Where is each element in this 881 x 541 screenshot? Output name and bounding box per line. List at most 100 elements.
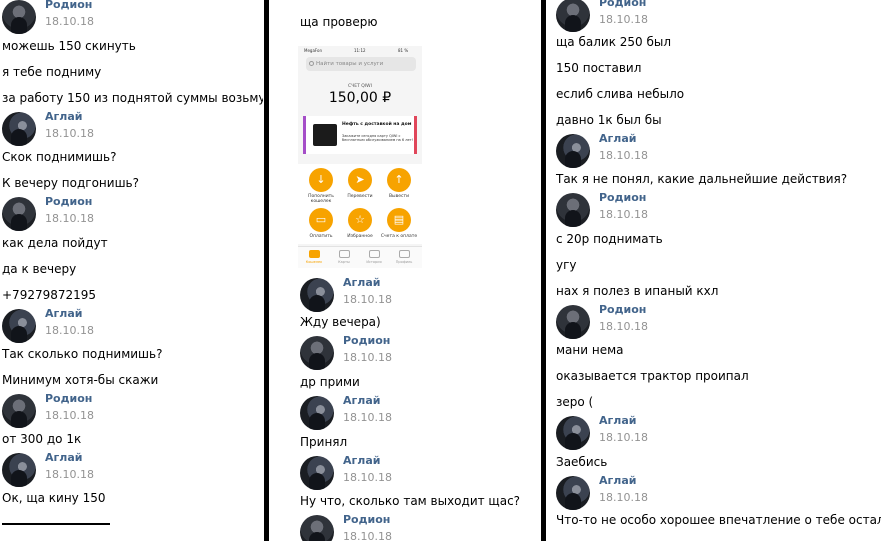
message-date: 18.10.18 [599,149,648,162]
message-text: Заебись [556,455,608,469]
wallet-icon: ▭ [309,208,333,232]
message-date: 18.10.18 [45,127,94,140]
message-text: Так я не понял, какие дальнейшие действи… [556,172,848,186]
phone-tab[interactable]: Карты [332,250,356,264]
phone-action-button[interactable]: ↓ Пополнить кошелек [302,168,340,204]
message-text: нах я полез в ипаный кхл [556,284,719,298]
author-name-link[interactable]: Аглай [599,474,636,487]
star-icon: ☆ [348,208,372,232]
author-name-link[interactable]: Аглай [599,132,636,145]
message-header: Родион 18.10.18 [300,513,500,541]
message-header: Аглай 18.10.18 [300,276,500,312]
message-date: 18.10.18 [599,320,648,333]
author-name-link[interactable]: Аглай [45,110,82,123]
avatar[interactable] [2,197,36,231]
avatar[interactable] [300,396,334,430]
message-header: Родион 18.10.18 [556,303,756,339]
phone-action-button[interactable]: ▭ Оплатить [302,208,340,239]
message-text: +79279872195 [2,288,97,302]
avatar[interactable] [2,309,36,343]
message-date: 18.10.18 [45,324,94,337]
phone-action-button[interactable]: ↑ Вывести [380,168,418,199]
author-name-link[interactable]: Родион [343,334,390,347]
author-name-link[interactable]: Аглай [45,451,82,464]
message-date: 18.10.18 [599,208,648,221]
avatar[interactable] [556,476,590,510]
balance-label: СЧЕТ QIWI [348,84,372,89]
message-text: можешь 150 скинуть [2,39,136,53]
phone-action-button[interactable]: ➤ Перевести [341,168,379,199]
tab-label: История [366,260,382,264]
phone-actions-grid: ↓ Пополнить кошелек ➤ Перевести ↑ Вывести ▭ Опл… [298,164,422,244]
message-header: Аглай 18.10.18 [2,451,202,487]
avatar[interactable] [556,134,590,168]
author-name-link[interactable]: Родион [599,191,646,204]
message-date: 18.10.18 [343,530,392,541]
avatar[interactable] [2,394,36,428]
message-text: ща проверю [300,15,378,29]
message-header: Аглай 18.10.18 [2,307,202,343]
promo-title: Нефть с доставкой на дом [342,122,412,127]
avatar[interactable] [556,305,590,339]
avatar[interactable] [300,456,334,490]
message-header: Родион 18.10.18 [556,191,756,227]
phone-action-label: Избранное [347,234,373,239]
chat-column-2: MegaFon 11:12 81 % Найти товары и услуги… [270,0,542,541]
phone-tab[interactable]: Кошелек [302,250,326,264]
qiwi-screenshot-attachment[interactable]: MegaFon 11:12 81 % Найти товары и услуги… [298,46,422,268]
author-name-link[interactable]: Аглай [45,307,82,320]
phone-action-label: Вывести [388,194,410,199]
author-name-link[interactable]: Родион [45,0,92,11]
phone-action-label: Счета к оплате [380,234,418,239]
message-text: оказывается трактор проипал [556,369,749,383]
send-icon: ➤ [348,168,372,192]
promo-card[interactable]: Нефть с доставкой на дом Закажите сегодн… [303,116,417,154]
message-text: Принял [300,435,348,449]
tab-icon [308,250,320,258]
arrow-down-icon: ↓ [309,168,333,192]
avatar[interactable] [300,336,334,370]
avatar[interactable] [556,416,590,450]
status-time: 11:12 [354,48,366,53]
avatar[interactable] [300,515,334,541]
author-name-link[interactable]: Родион [45,392,92,405]
tab-icon [368,250,380,258]
message-text: еслиб слива небыло [556,87,685,101]
avatar[interactable] [2,453,36,487]
message-date: 18.10.18 [599,13,648,26]
avatar[interactable] [2,112,36,146]
message-text: да к вечеру [2,262,77,276]
phone-tab[interactable]: История [362,250,386,264]
author-name-link[interactable]: Аглай [343,394,380,407]
author-name-link[interactable]: Аглай [599,414,636,427]
author-name-link[interactable]: Родион [45,195,92,208]
message-date: 18.10.18 [45,468,94,481]
author-name-link[interactable]: Родион [599,303,646,316]
author-name-link[interactable]: Родион [343,513,390,526]
avatar[interactable] [2,0,36,34]
message-text: 150 поставил [556,61,642,75]
phone-action-label: Пополнить кошелек [308,194,334,204]
phone-action-button[interactable]: ▤ Счета к оплате [380,208,418,239]
message-text: Ну что, сколько там выходит щас? [300,494,521,508]
phone-tab[interactable]: Профиль [392,250,416,264]
phone-search-input[interactable]: Найти товары и услуги [306,57,416,71]
message-text: мани нема [556,343,624,357]
message-text: за работу 150 из поднятой суммы возьму [2,91,263,105]
avatar[interactable] [556,0,590,32]
message-header: Аглай 18.10.18 [556,132,756,168]
message-text: Минимум хотя-бы скажи [2,373,159,387]
author-name-link[interactable]: Аглай [343,276,380,289]
avatar[interactable] [300,278,334,312]
search-icon [309,61,314,66]
message-text: Так сколько поднимишь? [2,347,163,361]
author-name-link[interactable]: Родион [599,0,646,9]
message-text: угу [556,258,577,272]
phone-action-button[interactable]: ☆ Избранное [341,208,379,239]
status-carrier: MegaFon [304,48,323,53]
tab-label: Кошелек [305,260,323,264]
avatar[interactable] [556,193,590,227]
message-text: зеро ( [556,395,594,409]
message-text: Ок, ща кину 150 [2,491,106,505]
author-name-link[interactable]: Аглай [343,454,380,467]
